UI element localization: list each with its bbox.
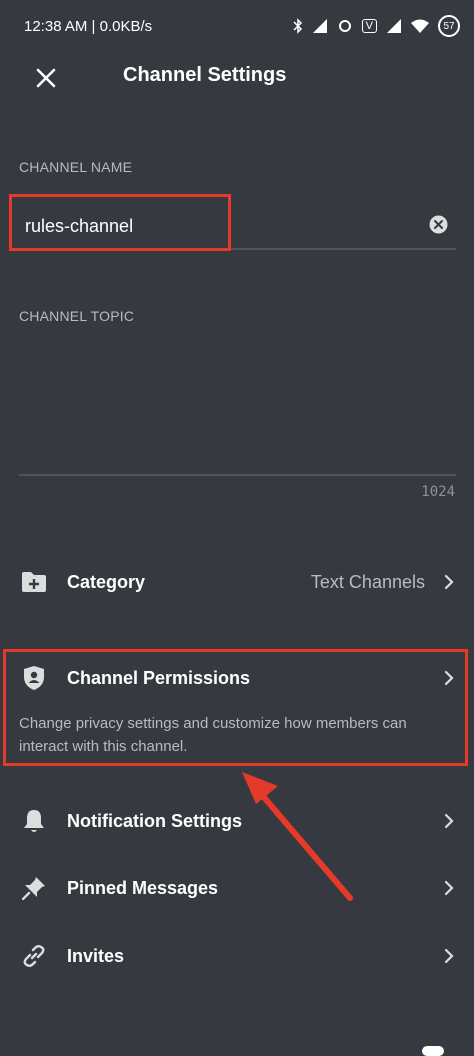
close-icon	[36, 68, 56, 88]
channel-permissions-label: Channel Permissions	[67, 667, 251, 688]
pinned-messages-row[interactable]: Pinned Messages	[0, 860, 474, 916]
signal-icon-2	[387, 19, 401, 33]
chevron-right-icon	[442, 878, 456, 898]
pinned-messages-label: Pinned Messages	[67, 877, 219, 898]
app-bar: Channel Settings	[0, 52, 474, 102]
wifi-icon	[411, 19, 429, 33]
close-button[interactable]	[30, 62, 62, 94]
battery-icon: 57	[438, 15, 460, 37]
status-icons: V 57	[293, 15, 460, 37]
category-row[interactable]: Category Text Channels	[0, 554, 474, 610]
signal-icon	[312, 19, 327, 33]
channel-permissions-description: Change privacy settings and customize ho…	[19, 715, 407, 755]
chevron-right-icon	[442, 946, 456, 966]
status-time: 12:38 AM | 0.0KB/s	[24, 17, 153, 35]
chevron-right-icon	[442, 668, 456, 688]
invites-label: Invites	[67, 945, 125, 966]
channel-topic-label: CHANNEL TOPIC	[19, 308, 135, 324]
volte-icon: V	[361, 19, 377, 33]
clear-icon	[429, 215, 448, 234]
link-icon	[21, 943, 47, 969]
page-title: Channel Settings	[123, 64, 287, 86]
channel-permissions-row[interactable]: Channel Permissions	[0, 650, 474, 706]
topic-char-limit: 1024	[421, 484, 455, 500]
bottom-toggle-edge	[422, 1046, 444, 1056]
channel-topic-input[interactable]	[19, 340, 460, 478]
channel-name-field	[19, 202, 456, 250]
notification-settings-row[interactable]: Notification Settings	[0, 793, 474, 849]
category-value: Text Channels	[310, 571, 425, 592]
folder-plus-icon	[21, 569, 47, 595]
invites-row[interactable]: Invites	[0, 928, 474, 984]
chevron-right-icon	[442, 572, 456, 592]
bluetooth-icon	[293, 18, 302, 34]
sync-icon	[338, 20, 351, 32]
clear-button[interactable]	[429, 215, 448, 234]
bell-icon	[21, 808, 47, 834]
category-label: Category	[67, 571, 146, 592]
notification-settings-label: Notification Settings	[67, 810, 242, 831]
channel-name-input[interactable]	[23, 210, 407, 242]
pin-icon	[21, 875, 47, 901]
status-bar: 12:38 AM | 0.0KB/s V 57	[0, 0, 474, 52]
shield-user-icon	[21, 665, 47, 691]
channel-name-label: CHANNEL NAME	[19, 159, 133, 175]
chevron-right-icon	[442, 811, 456, 831]
channel-topic-field	[19, 340, 460, 478]
